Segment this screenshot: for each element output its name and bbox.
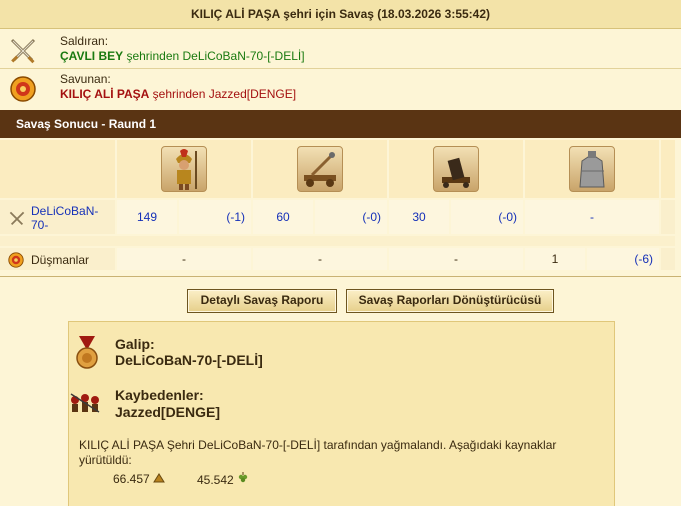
table-row: Düşmanlar - - - 1 (-6) xyxy=(0,247,677,272)
unit-header-cell xyxy=(388,140,525,200)
attacker-from-text: şehrinden DeLiCoBaN-70-[-DELİ] xyxy=(123,49,305,63)
window-title: KILIÇ ALİ PAŞA şehri için Savaş (18.03.2… xyxy=(0,0,681,29)
unit-count: 149 xyxy=(116,199,179,236)
defender-from-text: şehrinden Jazzed[DENGE] xyxy=(149,87,297,101)
table-row: DeLiCoBaN-70- 149 (-1) 60 (-0) 30 (-0) - xyxy=(0,199,677,236)
battle-table: DeLiCoBaN-70- 149 (-1) 60 (-0) 30 (-0) -… xyxy=(0,140,677,272)
unit-header-cell xyxy=(116,140,253,200)
crossed-swords-icon xyxy=(9,211,25,226)
mortar-icon[interactable] xyxy=(433,146,479,192)
attacker-section: Saldıran: ÇAVLI BEY şehrinden DeLiCoBaN-… xyxy=(0,30,681,70)
detailed-report-button[interactable]: Detaylı Savaş Raporu xyxy=(187,289,337,313)
divider xyxy=(0,276,681,277)
enemies-label: Düşmanlar xyxy=(31,253,90,267)
attacker-city-link[interactable]: ÇAVLI BEY xyxy=(60,49,123,63)
unit-count: - xyxy=(388,247,525,272)
unit-count: 60 xyxy=(252,199,315,236)
defeated-troops-icon xyxy=(70,393,100,413)
attacker-role-label: Saldıran: xyxy=(60,34,109,48)
resource-item: 45.542 xyxy=(197,472,249,487)
catapult-icon[interactable] xyxy=(297,146,343,192)
result-panel: Galip: DeLiCoBaN-70-[-DELİ] Kaybedenler:… xyxy=(68,321,615,506)
shield-icon xyxy=(10,76,36,102)
unit-loss: (-1) xyxy=(178,199,253,236)
wood-icon xyxy=(153,473,165,483)
crossed-swords-icon xyxy=(10,38,36,64)
unit-count: 1 xyxy=(524,247,587,272)
unit-loss: (-0) xyxy=(314,199,389,236)
winner-name: DeLiCoBaN-70-[-DELİ] xyxy=(115,352,263,368)
defender-city-link[interactable]: KILIÇ ALİ PAŞA xyxy=(60,87,149,101)
defender-section: Savunan: KILIÇ ALİ PAŞA şehrinden Jazzed… xyxy=(0,68,681,108)
unit-count: - xyxy=(524,199,661,236)
losers-label: Kaybedenler: xyxy=(115,387,204,403)
unit-count: 30 xyxy=(388,199,451,236)
unit-header-row xyxy=(0,140,677,200)
wall-icon[interactable] xyxy=(569,146,615,192)
unit-count: - xyxy=(116,247,253,272)
medal-icon xyxy=(76,336,98,369)
attacker-line: ÇAVLI BEY şehrinden DeLiCoBaN-70-[-DELİ] xyxy=(60,49,305,63)
loser-name: Jazzed[DENGE] xyxy=(115,404,221,420)
defender-line: KILIÇ ALİ PAŞA şehrinden Jazzed[DENGE] xyxy=(60,87,296,101)
battle-result-header: Savaş Sonucu - Raund 1 xyxy=(0,110,681,138)
resource-item: 66.457 xyxy=(113,472,165,486)
shield-icon xyxy=(8,252,24,268)
wine-icon xyxy=(238,472,248,483)
unit-header-cell xyxy=(252,140,389,200)
resource-amount: 45.542 xyxy=(197,473,234,487)
player-name-link[interactable]: DeLiCoBaN-70- xyxy=(31,204,111,232)
winner-label: Galip: xyxy=(115,336,155,352)
unit-count: - xyxy=(252,247,389,272)
unit-loss: (-0) xyxy=(450,199,525,236)
report-converter-button[interactable]: Savaş Raporları Dönüştürücüsü xyxy=(346,289,554,313)
section-title: Savaş Sonucu - Raund 1 xyxy=(16,117,157,131)
unit-loss: (-6) xyxy=(586,247,661,272)
defender-role-label: Savunan: xyxy=(60,72,111,86)
resource-amount: 66.457 xyxy=(113,472,150,486)
unit-header-cell xyxy=(524,140,661,200)
spartan-hoplite-icon[interactable] xyxy=(161,146,207,192)
plunder-summary: KILIÇ ALİ PAŞA Şehri DeLiCoBaN-70-[-DELİ… xyxy=(79,438,557,467)
